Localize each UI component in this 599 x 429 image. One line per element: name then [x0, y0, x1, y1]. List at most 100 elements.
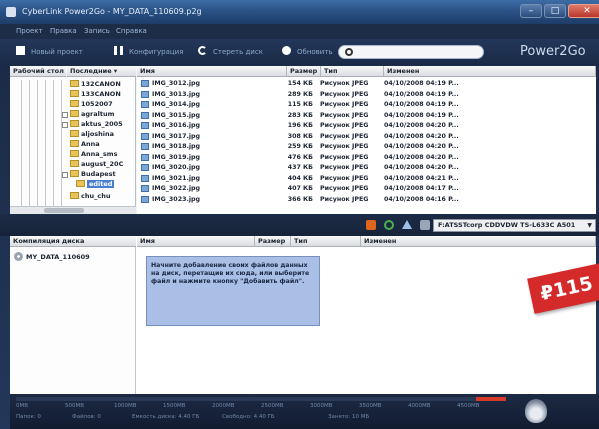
tree-item[interactable]: 1052007 — [70, 100, 113, 109]
file-name: IMG_3023.jpg — [152, 195, 201, 203]
file-row[interactable]: IMG_3012.jpg 154 КБ Рисунок JPEG 04/10/2008… — [137, 79, 459, 88]
expand-toggle[interactable] — [62, 122, 68, 128]
column-modified[interactable]: Изменен — [384, 66, 596, 77]
capacity-bar: 0MB 500MB 1000MB 1500MB 2000MB 2500MB 3000MB 35… — [10, 394, 599, 429]
file-size: 366 КБ — [287, 195, 313, 203]
stat-folders: Папок: 0 — [16, 414, 41, 420]
info-icon — [282, 46, 291, 55]
capacity-tick: 3500MB — [359, 403, 382, 409]
expand-toggle[interactable] — [62, 172, 68, 178]
capacity-tick: 2000MB — [212, 403, 235, 409]
file-name: IMG_3019.jpg — [152, 153, 201, 161]
menu-burn[interactable]: Запись — [84, 27, 110, 35]
file-row[interactable]: IMG_3019.jpg 476 КБ Рисунок JPEG 04/10/2008… — [137, 153, 459, 162]
file-size: 476 КБ — [287, 153, 313, 161]
file-size: 289 КБ — [287, 90, 313, 98]
file-row[interactable]: IMG_3016.jpg 196 КБ Рисунок JPEG 04/10/2008… — [137, 121, 459, 130]
chevron-down-icon: ▼ — [587, 222, 592, 229]
erase-disc-button[interactable]: Стереть диск — [198, 45, 263, 59]
file-type: Рисунок JPEG — [320, 80, 369, 87]
file-type: Рисунок JPEG — [320, 122, 369, 129]
tree-item[interactable]: aktus_2005 — [70, 120, 123, 129]
close-button[interactable]: ✕ — [568, 4, 599, 18]
file-row[interactable]: IMG_3020.jpg 437 КБ Рисунок JPEG 04/10/2008… — [137, 163, 459, 172]
comp-column-modified[interactable]: Изменен — [361, 236, 596, 247]
file-type: Рисунок JPEG — [320, 164, 369, 171]
tree-item[interactable]: aljoshina — [70, 130, 114, 139]
file-row[interactable]: IMG_3017.jpg 308 КБ Рисунок JPEG 04/10/2008… — [137, 132, 459, 141]
scroll-thumb[interactable] — [44, 208, 84, 213]
capacity-tick: 1500MB — [163, 403, 186, 409]
menu-edit[interactable]: Правка — [50, 27, 77, 35]
compilation-list[interactable]: Имя Размер Тип Изменен Начните добавлени… — [137, 236, 596, 394]
file-row[interactable]: IMG_3014.jpg 115 КБ Рисунок JPEG 04/10/2008… — [137, 100, 459, 109]
file-name: IMG_3016.jpg — [152, 122, 201, 129]
column-type[interactable]: Тип — [321, 66, 384, 77]
minimize-button[interactable]: – — [520, 4, 542, 18]
tab-desktop[interactable]: Рабочий стол — [10, 66, 66, 77]
tree-item[interactable]: Anna_sms — [70, 150, 117, 159]
refresh-drive-icon[interactable] — [384, 220, 394, 230]
title-bar[interactable]: CyberLink Power2Go - MY_DATA_110609.p2g … — [0, 0, 599, 24]
expand-toggle[interactable] — [62, 112, 68, 118]
comp-column-size[interactable]: Размер — [255, 236, 291, 247]
eject-icon[interactable] — [402, 220, 412, 229]
tree-item[interactable]: chu_chu — [70, 192, 110, 201]
burn-flame-icon[interactable] — [525, 399, 547, 423]
configuration-button[interactable]: Конфигурация — [114, 45, 183, 59]
capacity-overflow-marker — [476, 397, 506, 401]
toolbar: Новый проект Конфигурация Стереть диск О… — [0, 39, 599, 65]
file-size: 404 КБ — [287, 174, 313, 182]
tree-guides — [14, 80, 66, 206]
file-type: Рисунок JPEG — [320, 153, 369, 161]
menu-project[interactable]: Проект — [16, 27, 43, 35]
menu-help[interactable]: Справка — [116, 27, 147, 35]
disc-icon — [14, 252, 23, 261]
comp-column-type[interactable]: Тип — [291, 236, 361, 247]
column-size[interactable]: Размер — [287, 66, 321, 77]
file-row[interactable]: IMG_3022.jpg 407 КБ Рисунок JPEG 04/10/2008… — [137, 184, 459, 193]
burner-select[interactable]: F:ATSSTcorp CDDVDW TS-L633C A501 ▼ — [433, 219, 596, 232]
maximize-button[interactable]: □ — [544, 4, 566, 18]
comp-column-name[interactable]: Имя — [137, 236, 255, 247]
compilation-disc-item[interactable]: MY_DATA_110609 — [14, 252, 90, 261]
new-project-button[interactable]: Новый проект — [16, 45, 83, 59]
file-modified: 04/10/2008 04:20 P... — [384, 164, 459, 171]
file-row[interactable]: IMG_3013.jpg 289 КБ Рисунок JPEG 04/10/2008… — [137, 90, 459, 99]
file-row[interactable]: IMG_3023.jpg 366 КБ Рисунок JPEG 04/10/2008… — [137, 195, 459, 204]
app-icon — [6, 7, 16, 17]
file-name: IMG_3022.jpg — [152, 185, 201, 192]
search-input[interactable] — [338, 45, 484, 59]
file-row[interactable]: IMG_3015.jpg 283 КБ Рисунок JPEG 04/10/2008… — [137, 111, 459, 120]
search-icon — [345, 48, 353, 56]
file-type: Рисунок JPEG — [320, 185, 369, 192]
tree-scrollbar[interactable] — [10, 206, 136, 214]
capacity-tick: 4500MB — [457, 403, 480, 409]
stat-files: Файлов: 0 — [72, 414, 101, 420]
tree-item[interactable]: august_20C — [70, 160, 123, 169]
column-name[interactable]: Имя — [137, 66, 287, 77]
burn-icon[interactable] — [366, 220, 376, 230]
pause-config-icon — [114, 46, 123, 55]
update-button[interactable]: Обновить — [282, 45, 333, 59]
capacity-tick: 0MB — [16, 403, 29, 409]
tree-item[interactable]: 132CANON — [70, 80, 121, 89]
image-file-icon — [141, 164, 149, 171]
file-row[interactable]: IMG_3021.jpg 404 КБ Рисунок JPEG 04/10/2008… — [137, 174, 459, 183]
capacity-track — [16, 397, 506, 401]
capacity-tick: 2500MB — [261, 403, 284, 409]
image-file-icon — [141, 143, 149, 150]
file-row[interactable]: IMG_3018.jpg 259 КБ Рисунок JPEG 04/10/2008… — [137, 142, 459, 151]
image-file-icon — [141, 174, 149, 182]
file-size: 154 КБ — [287, 80, 313, 87]
drop-hint: Начните добавление своих файлов данных н… — [146, 256, 320, 326]
tree-item[interactable]: 133CANON — [70, 90, 121, 99]
tree-item[interactable]: Anna — [70, 140, 100, 149]
tree-item-selected[interactable]: edited — [76, 180, 115, 189]
tab-recent[interactable]: Последние ▾ — [67, 66, 136, 77]
stat-disc-capacity: Емкость диска: 4.40 ГБ — [132, 414, 200, 420]
tree-item[interactable]: agraltum — [70, 110, 114, 119]
file-modified: 04/10/2008 04:17 P... — [384, 185, 459, 192]
file-modified: 04/10/2008 04:20 P... — [384, 143, 459, 150]
tree-item[interactable]: Budapest — [70, 170, 116, 179]
